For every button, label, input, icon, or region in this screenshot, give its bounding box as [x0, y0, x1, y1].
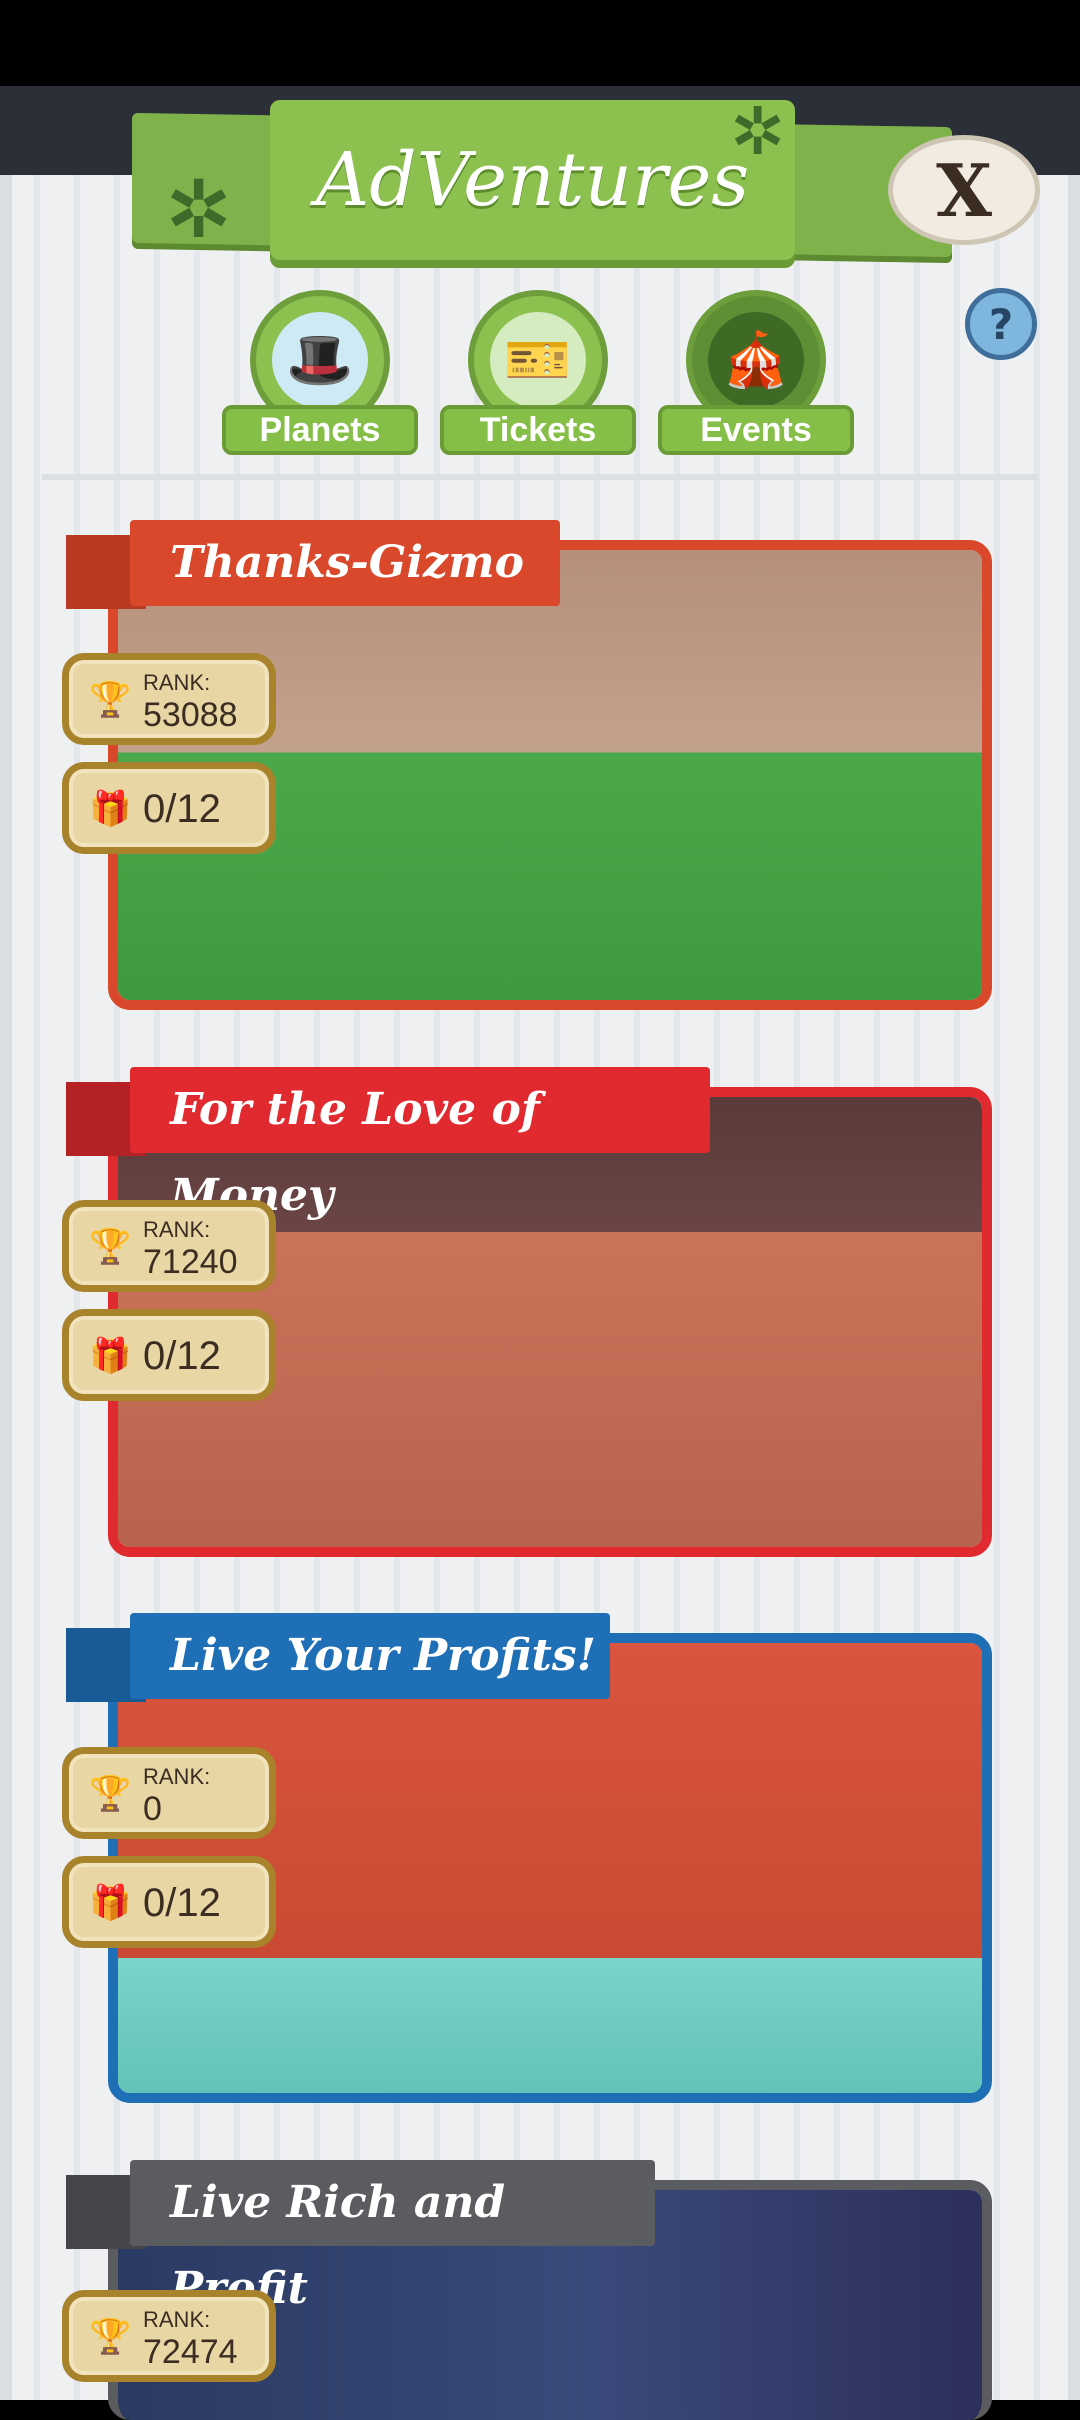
sparkle-icon: ✲: [730, 93, 786, 170]
tab-label: Planets: [222, 405, 418, 455]
rewards-badge: 🎁 0/12: [62, 1309, 276, 1401]
ticket-icon: 🎫: [490, 312, 586, 408]
help-button[interactable]: ?: [965, 288, 1037, 360]
rank-badge: 🏆 RANK: 71240: [62, 1200, 276, 1292]
rank-badge: 🏆 RANK: 72474: [62, 2290, 276, 2382]
trophy-icon: 🏆: [89, 2317, 132, 2357]
tab-tickets[interactable]: 🎫 Tickets: [440, 290, 636, 455]
gift-icon: 🎁: [89, 789, 132, 829]
event-title-ribbon: Live Your Profits!: [130, 1613, 610, 1699]
trophy-icon: 🏆: [89, 1227, 132, 1267]
gift-icon: 🎁: [89, 1336, 132, 1376]
close-button[interactable]: X: [888, 135, 1040, 245]
divider: [42, 474, 1038, 480]
event-hat-icon: 🎪: [708, 312, 804, 408]
top-hat-icon: 🎩: [272, 312, 368, 408]
trophy-icon: 🏆: [89, 680, 132, 720]
gift-icon: 🎁: [89, 1883, 132, 1923]
page-title: AdVentures: [315, 137, 750, 223]
tab-label: Events: [658, 405, 854, 455]
event-title-ribbon: Live Rich and Profit: [130, 2160, 655, 2314]
header-banner: AdVentures: [270, 100, 795, 260]
tab-label: Tickets: [440, 405, 636, 455]
trophy-icon: 🏆: [89, 1774, 132, 1814]
tab-planets[interactable]: 🎩 Planets: [222, 290, 418, 455]
rank-badge: 🏆 RANK: 53088: [62, 653, 276, 745]
rewards-badge: 🎁 0/12: [62, 1856, 276, 1948]
tab-events[interactable]: 🎪 Events: [658, 290, 854, 455]
event-title-ribbon: Thanks-Gizmo: [130, 520, 560, 606]
rank-badge: 🏆 RANK: 0: [62, 1747, 276, 1839]
status-bar: [0, 0, 1080, 86]
help-icon: ?: [988, 299, 1014, 349]
close-icon: X: [936, 147, 992, 233]
rewards-badge: 🎁 0/12: [62, 762, 276, 854]
event-title-ribbon: For the Love of Money: [130, 1067, 710, 1221]
sparkle-icon: ✲: [165, 163, 233, 256]
